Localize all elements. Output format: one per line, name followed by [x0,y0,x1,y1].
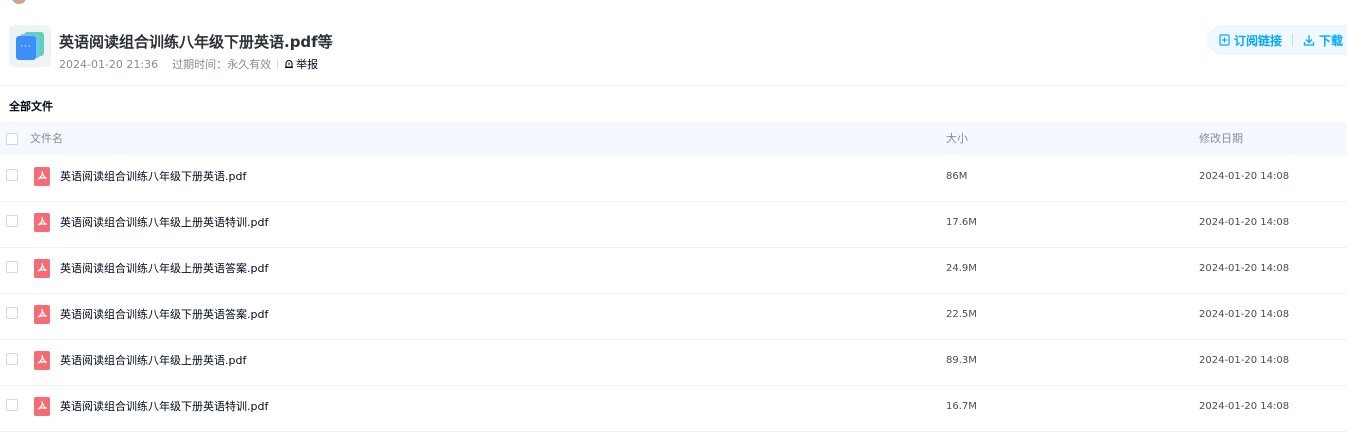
table-header: 文件名 大小 修改日期 [0,122,1347,155]
file-date: 2024-01-20 14:08 [1199,309,1290,320]
warning-bell-icon [285,60,294,69]
report-label: 举报 [296,58,319,71]
row-checkbox[interactable] [6,353,18,365]
download-icon [1303,35,1315,46]
share-actions: 订阅链接 下载 [1207,25,1347,55]
file-name[interactable]: 英语阅读组合训练八年级上册英语.pdf [60,339,246,383]
pdf-file-icon [34,397,50,416]
table-row[interactable]: 英语阅读组合训练八年级上册英语答案.pdf 24.9M 2024-01-20 1… [0,247,1347,294]
column-header-name[interactable]: 文件名 [30,122,63,155]
table-row[interactable]: 英语阅读组合训练八年级上册英语特训.pdf 17.6M 2024-01-20 1… [0,201,1347,248]
row-checkbox[interactable] [6,261,18,273]
file-date: 2024-01-20 14:08 [1199,171,1290,182]
file-date: 2024-01-20 14:08 [1199,217,1290,228]
file-date: 2024-01-20 14:08 [1199,401,1290,412]
row-checkbox[interactable] [6,307,18,319]
expiry-label: 过期时间： [172,58,228,71]
row-checkbox[interactable] [6,215,18,227]
share-meta: 2024-01-20 21:36 过期时间： 永久有效 举报 [59,56,318,72]
row-checkbox[interactable] [6,169,18,181]
table-row[interactable]: 英语阅读组合训练八年级下册英语特训.pdf 16.7M 2024-01-20 1… [0,385,1347,432]
avatar[interactable] [12,0,26,4]
expiry-value: 永久有效 [227,58,272,71]
report-link[interactable]: 举报 [284,56,318,72]
pdf-file-icon [34,167,50,186]
file-size: 22.5M [946,309,977,320]
bookmark-plus-icon [1219,34,1230,46]
file-name[interactable]: 英语阅读组合训练八年级上册英语特训.pdf [60,201,268,245]
file-size: 24.9M [946,263,977,274]
pdf-file-icon [34,305,50,324]
row-checkbox[interactable] [6,399,18,411]
divider [277,59,279,69]
select-all-checkbox[interactable] [6,133,18,145]
pdf-file-icon [34,351,50,370]
pdf-file-icon [34,259,50,278]
file-size: 86M [946,171,968,182]
divider [1292,34,1294,46]
subscribe-label: 订阅链接 [1234,33,1283,48]
file-size: 89.3M [946,355,977,366]
table-row[interactable]: 英语阅读组合训练八年级下册英语.pdf 86M 2024-01-20 14:08 [0,155,1347,202]
table-row[interactable]: 英语阅读组合训练八年级下册英语答案.pdf 22.5M 2024-01-20 1… [0,293,1347,340]
multi-file-stack-icon: ··· [9,25,51,67]
column-header-size[interactable]: 大小 [946,122,968,155]
share-date: 2024-01-20 21:36 [59,57,159,71]
breadcrumb[interactable]: 全部文件 [9,98,53,114]
subscribe-link-button[interactable]: 订阅链接 [1219,32,1282,49]
file-name[interactable]: 英语阅读组合训练八年级下册英语答案.pdf [60,293,268,337]
file-size: 16.7M [946,401,977,412]
file-name[interactable]: 英语阅读组合训练八年级下册英语特训.pdf [60,385,268,429]
file-name[interactable]: 英语阅读组合训练八年级上册英语答案.pdf [60,247,268,291]
pdf-file-icon [34,213,50,232]
file-size: 17.6M [946,217,977,228]
download-label: 下载 [1319,33,1344,48]
column-header-date[interactable]: 修改日期 [1199,122,1243,155]
download-button[interactable]: 下载 [1303,32,1343,49]
share-title: 英语阅读组合训练八年级下册英语.pdf等 [59,33,333,51]
table-row[interactable]: 英语阅读组合训练八年级上册英语.pdf 89.3M 2024-01-20 14:… [0,339,1347,386]
file-name[interactable]: 英语阅读组合训练八年级下册英语.pdf [60,155,246,199]
top-user-strip [0,0,300,6]
header-divider [0,85,1347,86]
share-page: ··· 英语阅读组合训练八年级下册英语.pdf等 2024-01-20 21:3… [0,0,1347,447]
file-date: 2024-01-20 14:08 [1199,263,1290,274]
file-date: 2024-01-20 14:08 [1199,355,1290,366]
